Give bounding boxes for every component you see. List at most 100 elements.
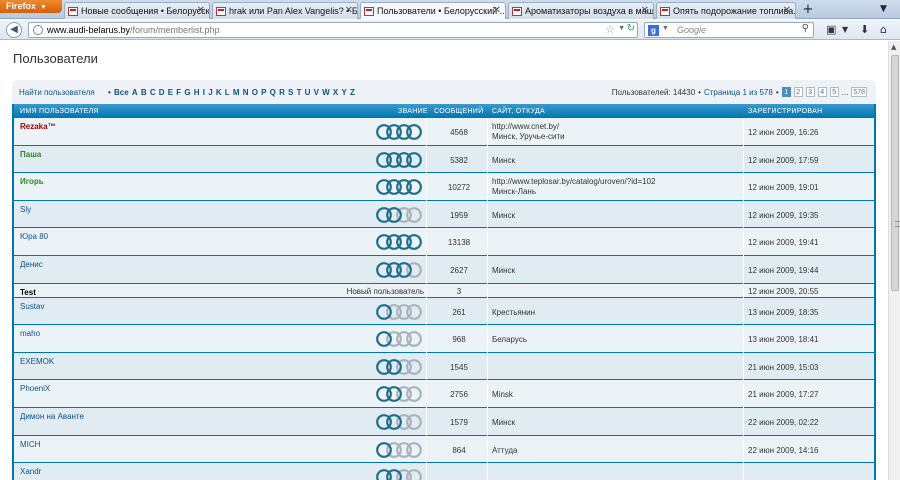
find-user-link[interactable]: Найти пользователя	[19, 88, 95, 97]
header-name[interactable]: ИМЯ ПОЛЬЗОВАТЕЛЯ	[20, 108, 99, 115]
page-button-3[interactable]: 3	[805, 87, 815, 97]
posts-count-link[interactable]: 1545	[429, 363, 489, 372]
letter-z[interactable]: Z	[350, 88, 355, 97]
google-icon[interactable]: g	[648, 25, 659, 36]
vertical-scrollbar[interactable]: ▲	[888, 41, 900, 480]
list-all-tabs-icon[interactable]: ▼	[880, 4, 887, 14]
posts-count-link[interactable]: 1579	[429, 418, 489, 427]
close-icon[interactable]: ✕	[641, 5, 649, 16]
page-indicator-link[interactable]: Страница 1 из 578	[704, 88, 773, 97]
posts-count-link[interactable]: 2627	[429, 266, 489, 275]
header-site[interactable]: САЙТ, ОТКУДА	[492, 108, 545, 115]
tab-fuel-price[interactable]: Опять подорожание топлива.... ✕	[656, 2, 796, 19]
letter-v[interactable]: V	[314, 88, 319, 97]
header-posts[interactable]: СООБЩЕНИЙ	[434, 108, 483, 115]
firefox-menu-button[interactable]: Firefox ▼	[0, 0, 62, 13]
letter-o[interactable]: O	[252, 88, 258, 97]
new-tab-button[interactable]: +	[798, 2, 818, 19]
username-link[interactable]: PhoeniX	[20, 384, 50, 393]
letter-d[interactable]: D	[159, 88, 165, 97]
header-rank[interactable]: ЗВАНИЕ	[398, 108, 428, 115]
download-icon[interactable]: ⬇	[860, 23, 869, 36]
posts-count-link[interactable]: 4568	[429, 128, 489, 137]
posts-count-link[interactable]: 3	[429, 287, 489, 296]
letter-n[interactable]: N	[243, 88, 249, 97]
username-link[interactable]: EXEMOK	[20, 357, 54, 366]
username-link[interactable]: Rezaka™	[20, 122, 56, 131]
letter-y[interactable]: Y	[341, 88, 346, 97]
letter-c[interactable]: C	[150, 88, 156, 97]
username-link[interactable]: Димон на Аванте	[20, 412, 84, 421]
posts-count-link[interactable]: 2756	[429, 390, 489, 399]
letter-u[interactable]: U	[305, 88, 311, 97]
header-registered[interactable]: ЗАРЕГИСТРИРОВАН	[748, 108, 822, 115]
letter-r[interactable]: R	[279, 88, 285, 97]
username-link[interactable]: Sly	[20, 205, 31, 214]
audi-rings-icon	[376, 469, 422, 480]
bookmark-star-icon[interactable]: ☆	[605, 23, 615, 36]
registered-date: 12 июн 2009, 20:55	[748, 286, 819, 296]
posts-count-link[interactable]: 13138	[429, 238, 489, 247]
letter-b[interactable]: B	[141, 88, 147, 97]
home-icon[interactable]: ⌂	[880, 23, 887, 36]
letter-j[interactable]: J	[208, 88, 212, 97]
letter-w[interactable]: W	[322, 88, 330, 97]
page-button-1[interactable]: 1	[781, 87, 791, 97]
close-icon[interactable]: ✕	[783, 5, 791, 16]
username-link[interactable]: Xandr	[20, 467, 41, 476]
website-link[interactable]: http://www.cnet.by/	[492, 122, 559, 131]
username-link[interactable]: Денис	[20, 260, 43, 269]
letter-t[interactable]: T	[297, 88, 302, 97]
close-icon[interactable]: ✕	[493, 5, 501, 16]
letter-x[interactable]: X	[333, 88, 338, 97]
close-icon[interactable]: ✕	[345, 5, 353, 16]
username-link[interactable]: Паша	[20, 150, 41, 159]
username-link[interactable]: Test	[20, 288, 36, 297]
chevron-down-icon[interactable]: ▼	[662, 25, 669, 32]
tab-air-fresheners[interactable]: Ароматизаторы воздуха в маш... ✕	[508, 2, 654, 19]
reload-icon[interactable]: ↻	[627, 23, 635, 34]
scroll-up-icon[interactable]: ▲	[891, 43, 896, 51]
letter-s[interactable]: S	[288, 88, 293, 97]
close-icon[interactable]: ✕	[197, 5, 205, 16]
page-button-5[interactable]: 5	[829, 87, 839, 97]
back-button[interactable]: ◀	[6, 22, 22, 38]
posts-count-link[interactable]: 968	[429, 335, 489, 344]
website-link[interactable]: http://www.teplosar.by/catalog/uroven/?i…	[492, 177, 655, 186]
letter-q[interactable]: Q	[270, 88, 276, 97]
page-button-4[interactable]: 4	[817, 87, 827, 97]
letter-i[interactable]: I	[203, 88, 205, 97]
letter-l[interactable]: L	[225, 88, 230, 97]
letter-p[interactable]: P	[261, 88, 266, 97]
search-input[interactable]: g ▼ Google ⚲	[644, 22, 814, 38]
username-link[interactable]: Sustav	[20, 302, 44, 311]
screenshot-icon[interactable]: ▣	[826, 23, 836, 36]
scrollbar-thumb[interactable]	[891, 55, 900, 291]
chevron-down-icon[interactable]: ▼	[618, 25, 625, 32]
letter-all[interactable]: • Все	[108, 88, 129, 97]
url-bar[interactable]: www.audi-belarus.by/forum/memberlist.php…	[28, 22, 638, 38]
letter-h[interactable]: H	[194, 88, 200, 97]
page-button-2[interactable]: 2	[793, 87, 803, 97]
tab-new-posts[interactable]: Новые сообщения • Белорусск... ✕	[64, 2, 210, 19]
letter-k[interactable]: K	[216, 88, 222, 97]
posts-count-link[interactable]: 864	[429, 446, 489, 455]
letter-e[interactable]: E	[168, 88, 173, 97]
posts-count-link[interactable]: 5382	[429, 156, 489, 165]
letter-f[interactable]: F	[176, 88, 181, 97]
username-link[interactable]: MICH	[20, 440, 40, 449]
tab-hrak[interactable]: hrak или Pan Alex Vangelis? • Б... ✕	[212, 2, 358, 19]
search-icon[interactable]: ⚲	[802, 23, 809, 34]
page-button-last[interactable]: 578	[851, 87, 867, 97]
letter-g[interactable]: G	[184, 88, 190, 97]
chevron-down-icon[interactable]: ▼	[842, 25, 848, 34]
posts-count-link[interactable]: 1959	[429, 211, 489, 220]
username-link[interactable]: maho	[20, 329, 40, 338]
letter-m[interactable]: M	[233, 88, 240, 97]
posts-count-link[interactable]: 261	[429, 308, 489, 317]
letter-a[interactable]: A	[132, 88, 138, 97]
username-link[interactable]: Юра 80	[20, 232, 48, 241]
username-link[interactable]: Игорь	[20, 177, 44, 186]
tab-users[interactable]: Пользователи • Белорусский ... ✕	[360, 2, 506, 19]
posts-count-link[interactable]: 10272	[429, 183, 489, 192]
